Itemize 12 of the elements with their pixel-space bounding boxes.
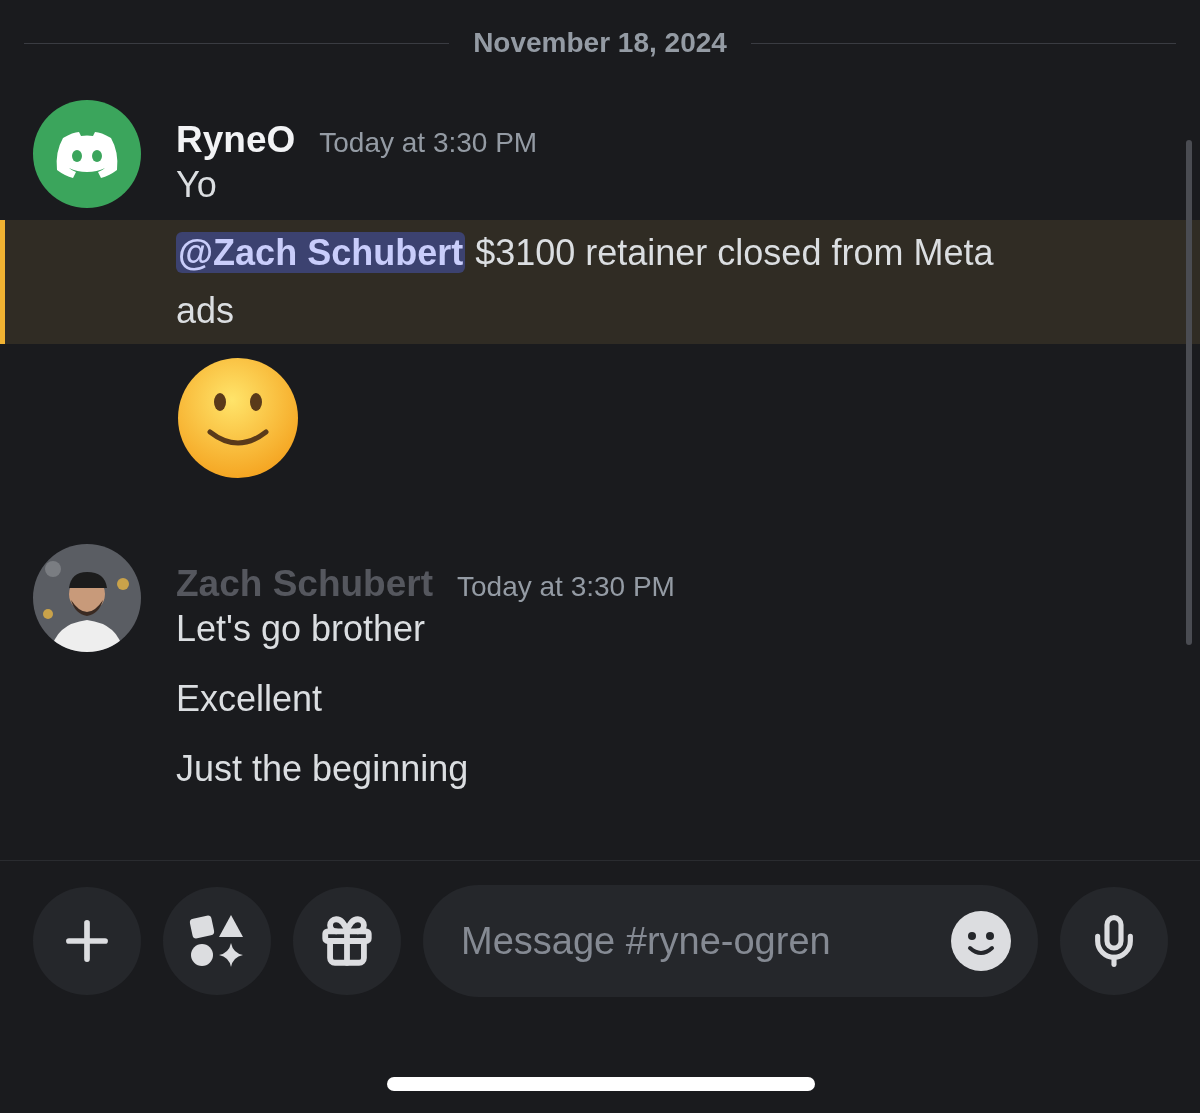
message-timestamp: Today at 3:30 PM <box>457 570 675 604</box>
smiley-icon[interactable] <box>950 910 1012 972</box>
message-timestamp: Today at 3:30 PM <box>319 126 538 160</box>
date-divider: November 18, 2024 <box>473 26 727 60</box>
message-input-field[interactable]: Message #ryne-ogren <box>461 912 950 970</box>
message-text: @Zach Schubert $3100 retainer closed from Meta ads <box>176 231 995 333</box>
scrollbar[interactable] <box>1186 140 1192 645</box>
message-text: Just the beginning <box>176 747 470 791</box>
message-text: Excellent <box>176 677 324 721</box>
shapes-icon <box>189 913 245 969</box>
message-composer[interactable]: Message #ryne-ogren <box>423 885 1038 997</box>
user-mention[interactable]: @Zach Schubert <box>176 232 466 273</box>
